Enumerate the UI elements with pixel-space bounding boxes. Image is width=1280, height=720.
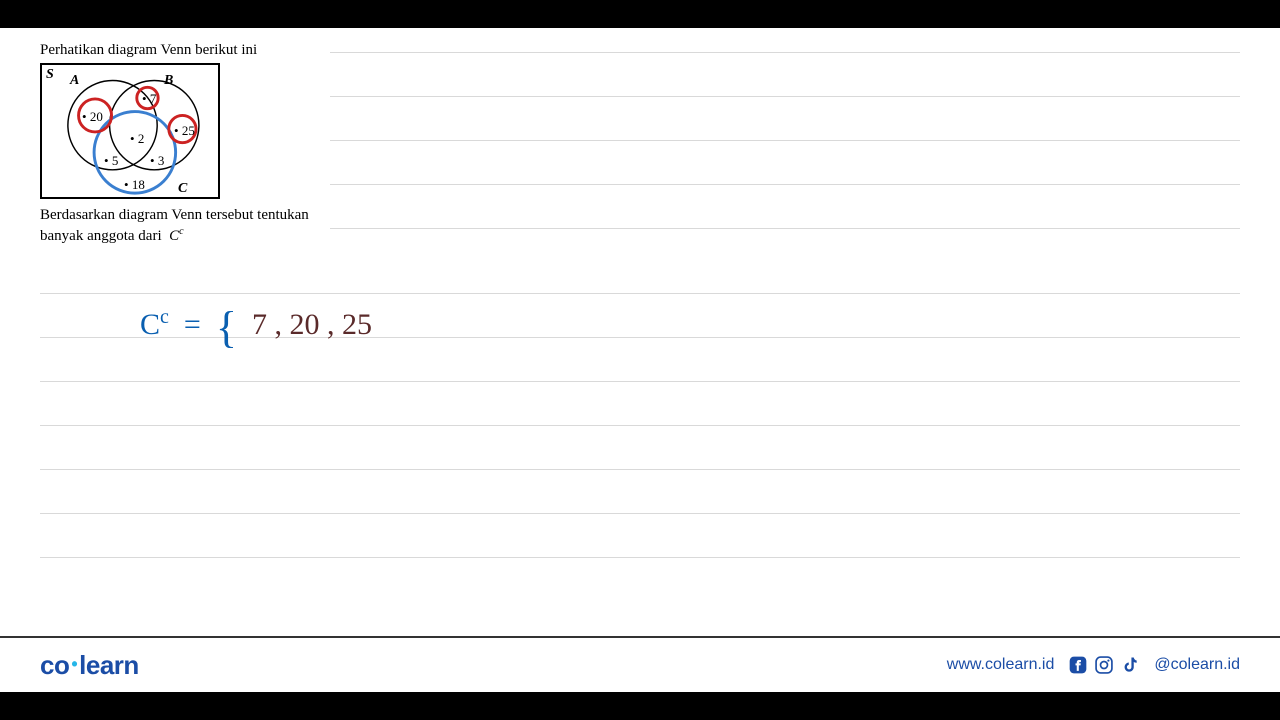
label-A: A [70,73,79,89]
problem-text-1: Berdasarkan diagram Venn tersebut tentuk… [40,205,360,225]
problem-text-2: banyak anggota dari Cc [40,225,360,246]
footer: co•learn www.colearn.id @colearn.id [0,636,1280,692]
label-C: C [178,181,187,197]
instagram-icon [1094,655,1114,675]
page: Perhatikan diagram Venn berikut ini S A … [0,28,1280,692]
rule-lines-right [330,52,1240,272]
logo: co•learn [40,650,139,681]
num-18: • 18 [124,177,145,193]
num-3: • 3 [150,153,164,169]
num-7: • 7 [142,91,156,107]
num-5: • 5 [104,153,118,169]
footer-url: www.colearn.id [947,656,1055,674]
tiktok-icon [1120,655,1140,675]
problem-title: Perhatikan diagram Venn berikut ini [40,42,360,59]
label-S: S [46,67,54,83]
problem-block: Perhatikan diagram Venn berikut ini S A … [40,42,360,247]
facebook-icon [1068,655,1088,675]
num-20: • 20 [82,109,103,125]
label-B: B [164,73,173,89]
social-icons [1068,655,1140,675]
handwritten-answer: Cc = { 7 , 20 , 25 [140,306,372,342]
num-25: • 25 [174,123,195,139]
venn-diagram: S A B C • 20 • 7 • 25 • 2 • 5 • 3 • 18 [40,63,220,199]
num-2: • 2 [130,131,144,147]
footer-handle: @colearn.id [1154,656,1240,674]
footer-right: www.colearn.id @colearn.id [947,655,1240,675]
